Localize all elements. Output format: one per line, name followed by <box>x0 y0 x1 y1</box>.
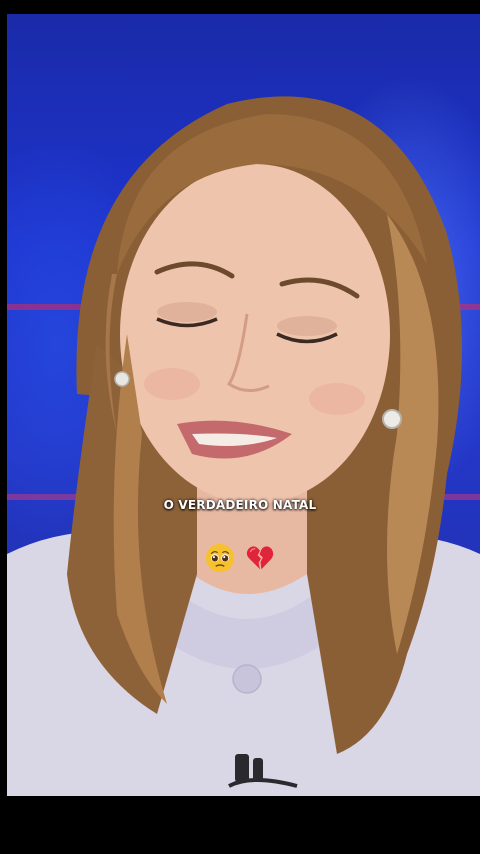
video-caption: O VERDADEIRO NATAL <box>163 498 317 512</box>
presenter-image <box>7 96 480 796</box>
pleading-face-icon <box>205 543 234 572</box>
video-frame[interactable] <box>7 14 480 796</box>
video-screen[interactable]: O VERDADEIRO NATAL <box>0 0 480 854</box>
caption-emoji-row <box>0 540 480 574</box>
broken-heart-icon <box>246 545 274 569</box>
